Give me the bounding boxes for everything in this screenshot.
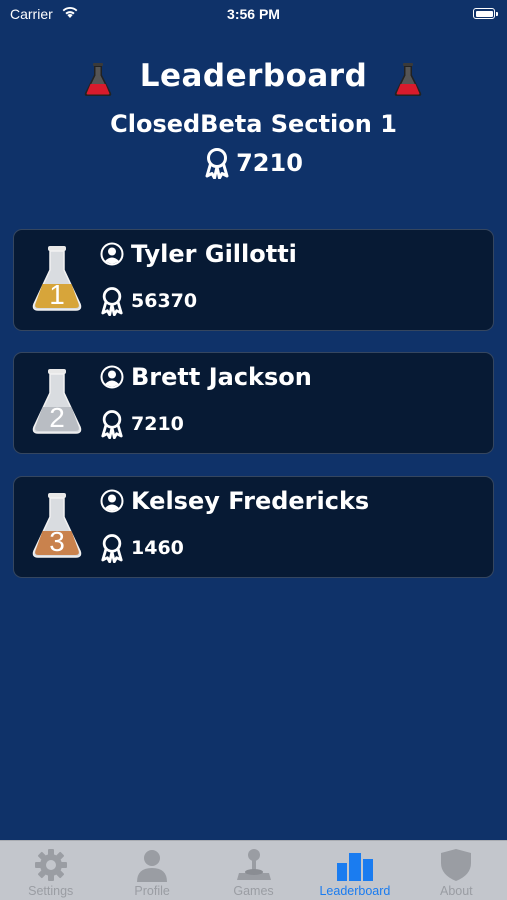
status-bar: Carrier 3:56 PM bbox=[0, 0, 507, 28]
page-title: Leaderboard bbox=[139, 58, 368, 94]
user-icon bbox=[100, 242, 124, 266]
tab-about[interactable]: About bbox=[406, 841, 507, 900]
tab-label: Profile bbox=[134, 884, 170, 898]
silver-flask-icon: 2 bbox=[32, 369, 82, 434]
award-ribbon-icon bbox=[205, 148, 229, 179]
award-ribbon-icon bbox=[101, 410, 123, 439]
user-icon bbox=[100, 489, 124, 513]
player-name: Tyler Gillotti bbox=[131, 240, 297, 268]
person-icon bbox=[137, 850, 168, 882]
red-flask-icon bbox=[394, 63, 422, 96]
podium-icon bbox=[336, 853, 373, 881]
joystick-icon bbox=[236, 849, 271, 880]
clock: 3:56 PM bbox=[227, 6, 280, 22]
player-name: Brett Jackson bbox=[131, 363, 312, 391]
section-name: ClosedBeta Section 1 bbox=[110, 110, 397, 138]
rank-number: 1 bbox=[49, 279, 65, 310]
tab-label: About bbox=[439, 884, 473, 898]
shield-icon bbox=[441, 849, 472, 881]
leaderboard-row[interactable]: 1 Tyler Gillotti 56370 bbox=[13, 229, 494, 331]
tab-label: Settings bbox=[28, 884, 74, 898]
player-score: 56370 bbox=[131, 290, 198, 312]
section-points: 7210 bbox=[0, 147, 507, 179]
user-icon bbox=[100, 365, 124, 389]
tab-settings[interactable]: Settings bbox=[0, 841, 101, 900]
player-score: 1460 bbox=[131, 537, 184, 559]
rank-number: 2 bbox=[49, 402, 65, 433]
rank-number: 3 bbox=[49, 526, 65, 557]
tab-profile[interactable]: Profile bbox=[101, 841, 202, 900]
tab-games[interactable]: Games bbox=[203, 841, 304, 900]
award-ribbon-icon bbox=[101, 534, 123, 563]
battery-icon bbox=[473, 8, 498, 19]
player-score: 7210 bbox=[131, 413, 184, 435]
leaderboard-row[interactable]: 3 Kelsey Fredericks 1460 bbox=[13, 476, 494, 578]
gear-icon bbox=[34, 849, 67, 881]
leaderboard-row[interactable]: 2 Brett Jackson 7210 bbox=[13, 352, 494, 454]
award-ribbon-icon bbox=[101, 287, 123, 316]
tab-leaderboard[interactable]: Leaderboard bbox=[304, 841, 405, 900]
tab-label: Leaderboard bbox=[319, 884, 391, 898]
gold-flask-icon: 1 bbox=[32, 246, 82, 311]
tab-bar: Settings Profile Games Leaderboard About bbox=[0, 840, 507, 900]
points-value: 7210 bbox=[236, 149, 303, 177]
player-name: Kelsey Fredericks bbox=[131, 487, 370, 515]
tab-label: Games bbox=[233, 884, 274, 898]
bronze-flask-icon: 3 bbox=[32, 493, 82, 558]
